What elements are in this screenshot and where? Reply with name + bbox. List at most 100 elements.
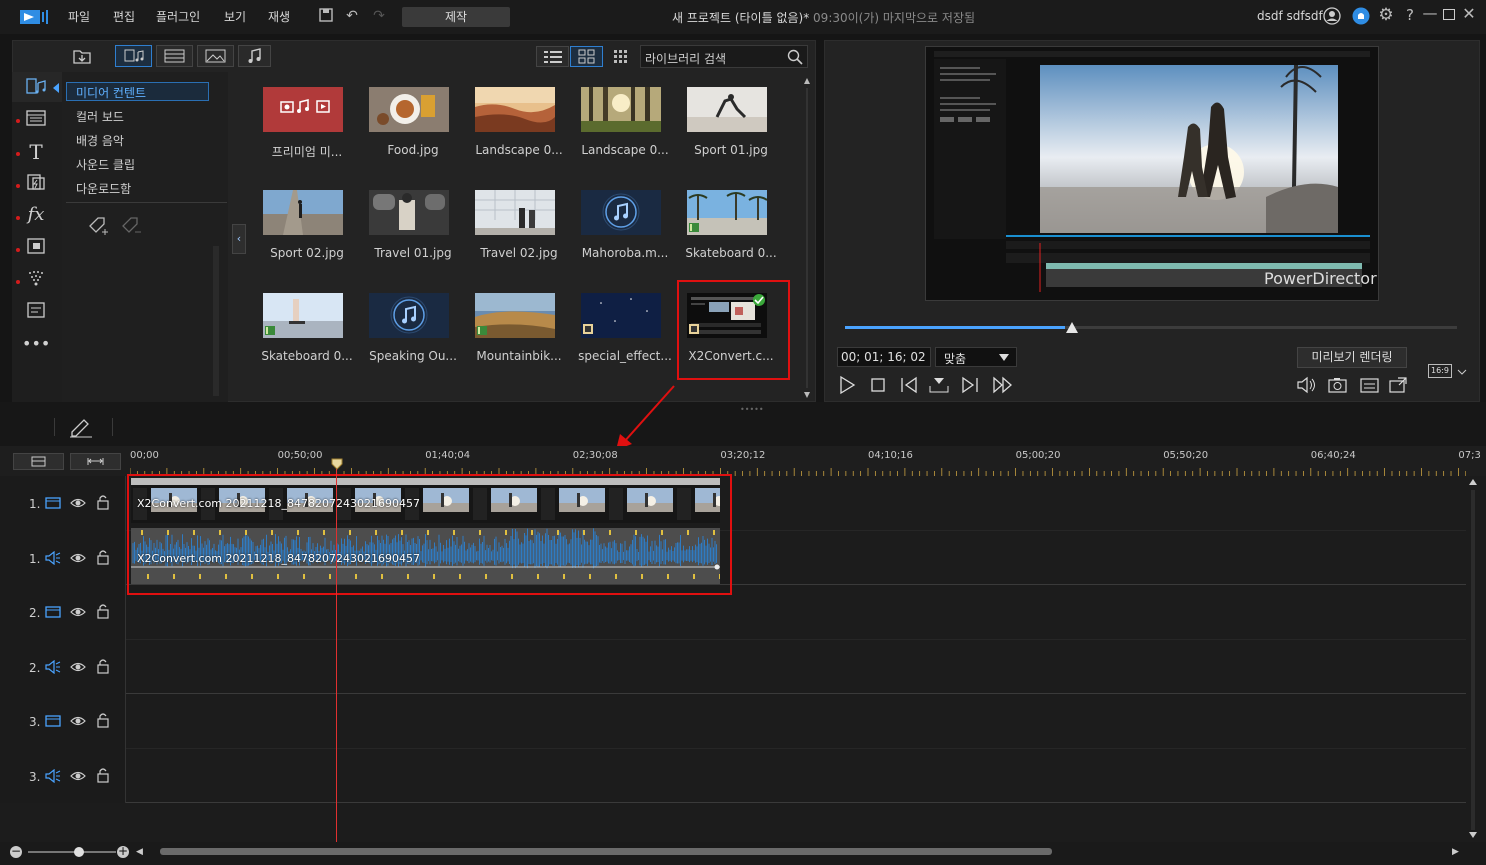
media-thumbnail[interactable] — [581, 87, 661, 132]
collapse-panel-icon[interactable]: ‹ — [232, 224, 246, 254]
fit-timeline-button[interactable] — [70, 453, 121, 470]
menu-playback[interactable]: 재생 — [268, 8, 290, 25]
fit-dropdown[interactable]: 맞춤 — [935, 347, 1017, 367]
hscroll-right-icon[interactable]: ▶ — [1452, 847, 1459, 857]
help-icon[interactable]: ? — [1401, 6, 1419, 24]
menu-plugin[interactable]: 플러그인 — [156, 8, 200, 25]
media-thumbnail[interactable] — [369, 293, 449, 338]
media-thumbnail[interactable] — [581, 190, 661, 235]
ruler-label: 00;00 — [130, 450, 159, 461]
visibility-eye-icon[interactable] — [70, 769, 86, 783]
minimize-icon[interactable]: — — [1421, 4, 1439, 22]
media-grid-scrollbar[interactable] — [803, 76, 811, 400]
transition-room-icon[interactable] — [22, 172, 50, 196]
zoom-slider[interactable] — [28, 851, 116, 853]
aspect-ratio-button[interactable]: 16:9 — [1428, 364, 1452, 378]
hscroll-left-icon[interactable]: ◀ — [136, 847, 143, 857]
produce-button[interactable]: 제작 — [402, 7, 510, 27]
menu-file[interactable]: 파일 — [68, 8, 90, 25]
filter-image[interactable] — [197, 45, 234, 67]
category-color-board[interactable]: 컬러 보드 — [76, 108, 124, 125]
media-thumbnail[interactable] — [263, 293, 343, 338]
zoom-in-icon[interactable]: + — [117, 845, 129, 858]
remove-tag-icon[interactable] — [119, 214, 143, 238]
library-search-box[interactable]: 라이브러리 검색 — [640, 45, 808, 68]
prev-frame-icon — [901, 376, 917, 394]
add-tag-icon[interactable] — [86, 214, 110, 238]
zoom-slider-thumb[interactable] — [74, 847, 84, 857]
templates-room-icon[interactable] — [22, 108, 50, 132]
media-thumbnail[interactable] — [369, 87, 449, 132]
visibility-eye-icon[interactable] — [70, 660, 86, 674]
redo-icon[interactable]: ↷ — [370, 7, 388, 25]
media-thumbnail[interactable] — [369, 190, 449, 235]
visibility-eye-icon[interactable] — [70, 605, 86, 619]
lock-icon[interactable] — [96, 549, 110, 565]
preview-scrubber-fill — [845, 326, 1066, 329]
lock-icon[interactable] — [96, 658, 110, 674]
category-media-content[interactable]: 미디어 컨텐트 — [76, 84, 146, 101]
subtitle-room-icon[interactable] — [22, 300, 50, 324]
account-icon[interactable] — [1323, 7, 1341, 25]
pen-tool-icon[interactable] — [68, 416, 94, 438]
search-icon[interactable] — [787, 49, 803, 65]
panel-resize-handle[interactable]: ••••• — [740, 405, 764, 414]
preview-screen: PowerDirector — [925, 46, 1379, 301]
track-row — [0, 640, 1466, 694]
settings-gear-icon[interactable]: ⚙ — [1377, 6, 1395, 24]
media-thumbnail[interactable] — [263, 87, 343, 132]
preview-scrubber-thumb[interactable] — [1066, 322, 1078, 333]
list-view-icon[interactable] — [536, 46, 569, 67]
visibility-eye-icon[interactable] — [70, 496, 86, 510]
category-scrollbar[interactable] — [213, 246, 219, 396]
media-thumbnail[interactable] — [475, 87, 555, 132]
lock-icon[interactable] — [96, 494, 110, 510]
track-manager-button[interactable] — [13, 453, 64, 470]
media-thumbnail[interactable] — [263, 190, 343, 235]
media-thumbnail[interactable] — [687, 87, 767, 132]
notification-icon[interactable] — [1352, 7, 1370, 25]
preview-render-button[interactable]: 미리보기 렌더링 — [1297, 347, 1407, 368]
user-name: dsdf sdfsdf — [1257, 9, 1323, 23]
visibility-eye-icon[interactable] — [70, 714, 86, 728]
filter-audio[interactable] — [238, 45, 271, 67]
timeline-vscroll[interactable] — [1466, 476, 1480, 841]
filter-video[interactable] — [156, 45, 193, 67]
timecode-display[interactable]: 00; 01; 16; 02 — [837, 347, 931, 367]
pip-room-icon[interactable] — [22, 236, 50, 260]
lock-icon[interactable] — [96, 712, 110, 728]
zoom-out-icon[interactable]: − — [10, 845, 22, 858]
media-thumbnail-label: Travel 02.jpg — [480, 246, 558, 260]
menu-view[interactable]: 보기 — [224, 8, 246, 25]
import-media-icon[interactable] — [72, 47, 92, 65]
close-icon[interactable]: ✕ — [1460, 5, 1478, 23]
more-rooms-icon[interactable]: ••• — [22, 332, 50, 356]
effects-room-icon[interactable]: fx — [22, 203, 50, 227]
media-thumbnail[interactable] — [687, 190, 767, 235]
category-downloads[interactable]: 다운로드함 — [76, 180, 131, 197]
thumbnail-size-icon[interactable] — [612, 48, 629, 65]
save-icon[interactable] — [317, 7, 335, 25]
particle-room-icon[interactable] — [22, 268, 50, 292]
grid-view-icon[interactable] — [570, 46, 603, 67]
media-room-icon[interactable] — [22, 76, 50, 100]
media-thumbnail[interactable] — [475, 293, 555, 338]
visibility-eye-icon[interactable] — [70, 551, 86, 565]
media-thumbnail[interactable] — [581, 293, 661, 338]
lock-icon[interactable] — [96, 603, 110, 619]
filter-all-media[interactable] — [115, 45, 152, 67]
preview-tools — [1296, 375, 1412, 395]
lock-icon[interactable] — [96, 767, 110, 783]
undo-icon[interactable]: ↶ — [343, 7, 361, 25]
ruler-label: 07;3 — [1458, 450, 1481, 461]
menu-edit[interactable]: 편집 — [113, 8, 135, 25]
playhead-handle[interactable] — [331, 458, 343, 470]
title-room-icon[interactable]: T — [22, 140, 50, 164]
watermark-text: PowerDirector — [1264, 269, 1377, 288]
media-thumbnail[interactable] — [475, 190, 555, 235]
aspect-chevron-icon[interactable] — [1457, 366, 1467, 376]
timeline-hscroll-thumb[interactable] — [160, 848, 1052, 855]
category-sound-clips[interactable]: 사운드 클립 — [76, 156, 135, 173]
category-background-music[interactable]: 배경 음악 — [76, 132, 124, 149]
maximize-icon[interactable] — [1443, 9, 1455, 20]
